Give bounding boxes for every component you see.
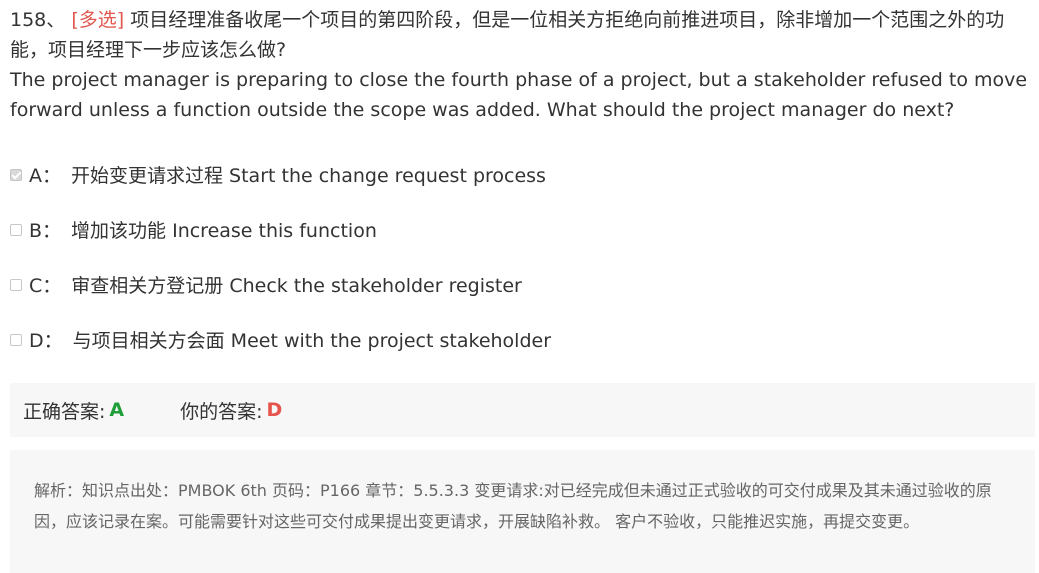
option-c[interactable]: C： 审查相关方登记册 Check the stakeholder regist…	[10, 270, 1030, 325]
correct-answer-value: A	[109, 399, 125, 421]
option-d[interactable]: D： 与项目相关方会面 Meet with the project stakeh…	[10, 325, 1030, 380]
option-b-checkbox[interactable]	[10, 224, 22, 236]
option-a-text: 开始变更请求过程 Start the change request proces…	[71, 165, 546, 187]
options-list: A： 开始变更请求过程 Start the change request pro…	[10, 160, 1030, 380]
option-a[interactable]: A： 开始变更请求过程 Start the change request pro…	[10, 160, 1030, 215]
question-text-cn: 项目经理准备收尾一个项目的第四阶段，但是一位相关方拒绝向前推进项目，除非增加一个…	[10, 9, 1005, 61]
option-d-text: 与项目相关方会面 Meet with the project stakehold…	[72, 330, 552, 352]
answer-bar: 正确答案: A 你的答案: D	[10, 383, 1035, 437]
option-b[interactable]: B： 增加该功能 Increase this function	[10, 215, 1030, 270]
question-text-en: The project manager is preparing to clos…	[10, 69, 1028, 121]
analysis-text: 解析：知识点出处：PMBOK 6th 页码：P166 章节：5.5.3.3 变更…	[34, 481, 992, 531]
question-type-tag: [多选]	[71, 9, 125, 31]
option-c-text: 审查相关方登记册 Check the stakeholder register	[71, 275, 522, 297]
question-number: 158、	[10, 9, 66, 31]
option-c-checkbox[interactable]	[10, 279, 22, 291]
correct-answer-label: 正确答案:	[23, 400, 106, 423]
option-a-checkbox[interactable]	[10, 169, 22, 181]
option-a-letter: A：	[29, 165, 61, 187]
your-answer-value: D	[266, 399, 283, 421]
question-block: 158、 [多选] 项目经理准备收尾一个项目的第四阶段，但是一位相关方拒绝向前推…	[10, 5, 1032, 125]
your-answer-label: 你的答案:	[180, 400, 263, 423]
option-d-checkbox[interactable]	[10, 334, 22, 346]
option-b-letter: B：	[29, 220, 62, 242]
option-b-text: 增加该功能 Increase this function	[71, 220, 377, 242]
analysis-panel: 解析：知识点出处：PMBOK 6th 页码：P166 章节：5.5.3.3 变更…	[10, 450, 1035, 573]
option-c-letter: C：	[29, 275, 62, 297]
option-d-letter: D：	[29, 330, 63, 352]
